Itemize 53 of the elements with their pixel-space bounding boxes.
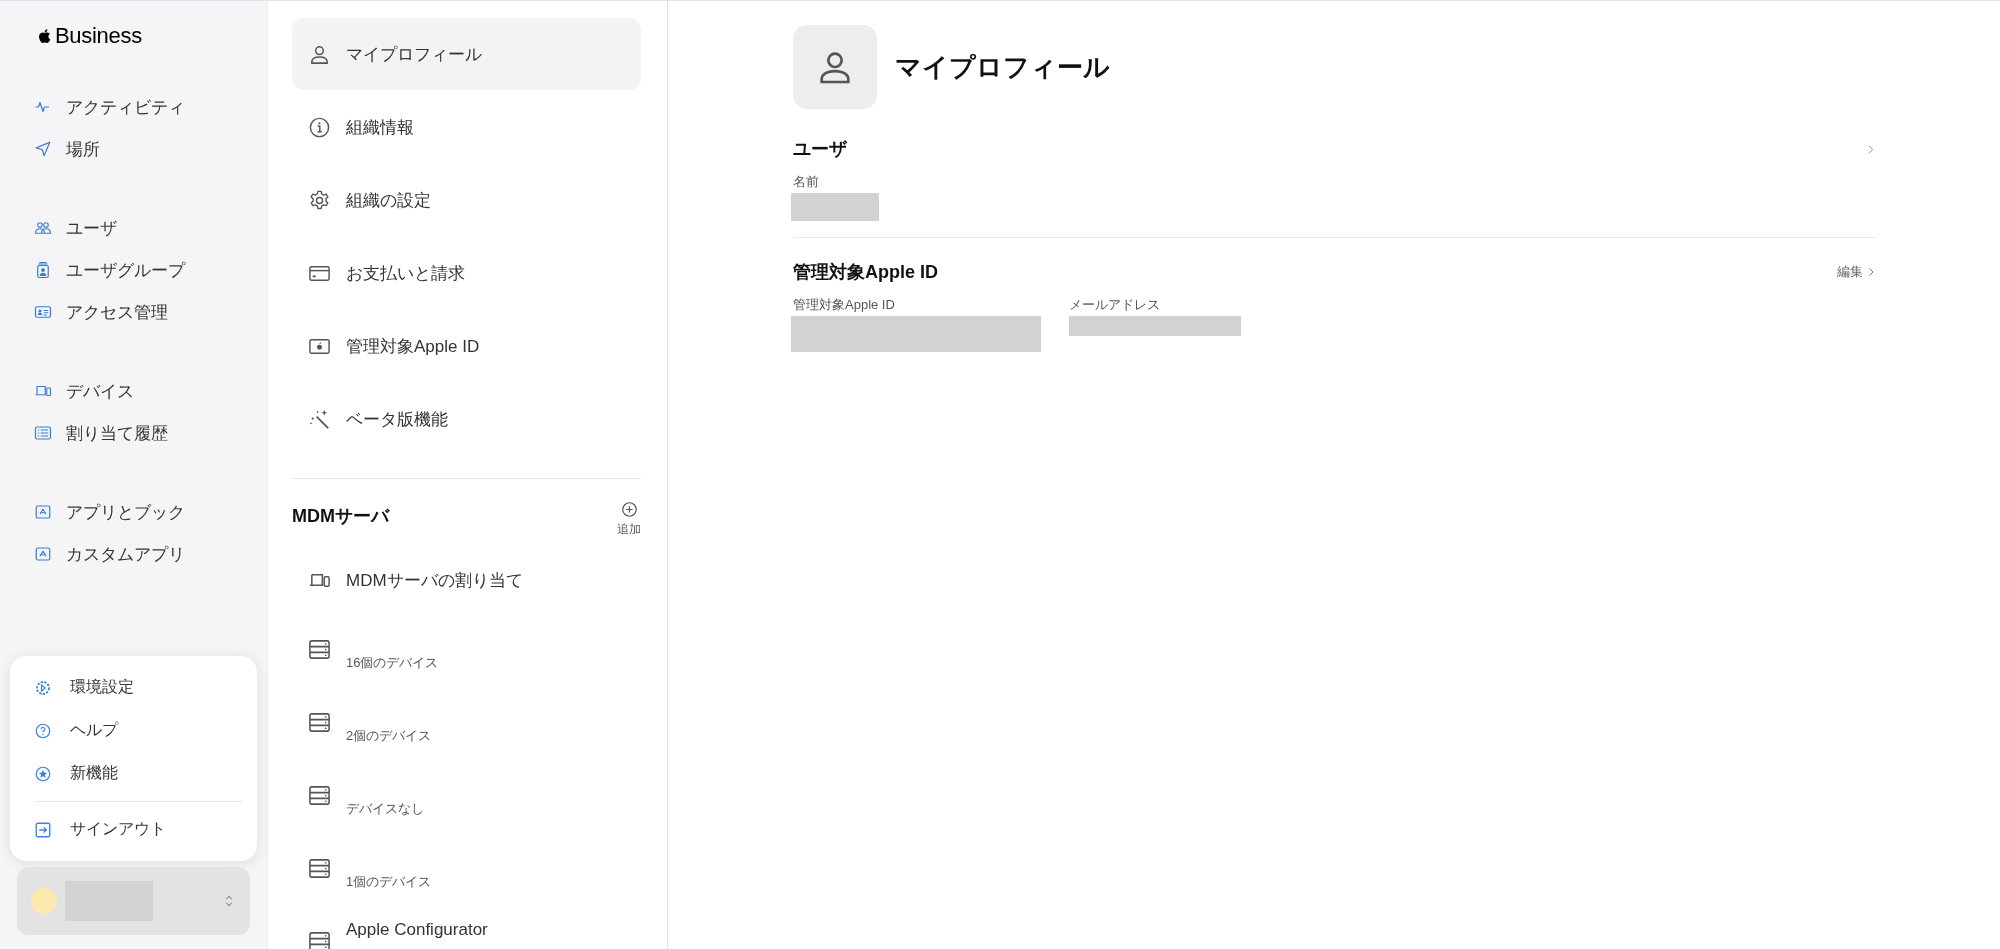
page-title: マイプロフィール	[895, 50, 1110, 84]
field-label: 管理対象Apple ID	[793, 296, 896, 314]
settings-nav-item[interactable]: お支払いと請求	[292, 237, 641, 310]
magic-wand-icon	[308, 408, 331, 431]
server-item[interactable]: Apple Configurator	[346, 920, 488, 940]
app-icon	[34, 545, 52, 563]
sign-out-icon	[34, 820, 52, 839]
app-icon	[34, 503, 52, 521]
section-title: MDMサーバ	[292, 505, 389, 528]
avatar	[31, 888, 57, 914]
menu-item[interactable]: 環境設定	[10, 666, 257, 709]
info-icon	[308, 116, 331, 139]
field-label: 名前	[793, 173, 820, 191]
help-icon	[34, 721, 52, 740]
sidebar-item[interactable]: ユーザグループ	[0, 249, 267, 291]
sidebar-item[interactable]: アプリとブック	[0, 491, 267, 533]
server-icon	[308, 857, 331, 880]
sign-out-item[interactable]: サインアウト	[10, 808, 257, 851]
server-item[interactable]: デバイスなし	[346, 800, 424, 818]
server-icon	[308, 711, 331, 734]
sidebar-item[interactable]: デバイス	[0, 370, 267, 412]
location-arrow-icon	[34, 140, 52, 158]
field-label: メールアドレス	[1069, 296, 1161, 314]
logo-text: Business	[55, 23, 142, 49]
menu-item[interactable]: 新機能	[10, 752, 257, 795]
plus-icon	[620, 501, 638, 518]
server-item[interactable]: 2個のデバイス	[346, 727, 432, 745]
settings-nav-item[interactable]: 組織の設定	[292, 164, 641, 237]
sidebar-item[interactable]: 割り当て履歴	[0, 412, 267, 454]
sidebar-item[interactable]: ユーザ	[0, 207, 267, 249]
add-button[interactable]: 追加	[617, 501, 641, 538]
section-title: 管理対象Apple ID	[793, 261, 938, 284]
server-item[interactable]: 1個のデバイス	[346, 873, 432, 891]
sidebar-item[interactable]: 場所	[0, 128, 267, 170]
list-icon	[34, 424, 52, 442]
settings-nav-item[interactable]: ベータ版機能	[292, 383, 641, 456]
server-icon	[308, 638, 331, 661]
section-title: ユーザ	[793, 138, 847, 161]
id-card-icon	[34, 303, 52, 321]
menu-item[interactable]: ヘルプ	[10, 709, 257, 752]
sidebar-item[interactable]: アクティビティ	[0, 86, 267, 128]
sidebar-item[interactable]: アクセス管理	[0, 291, 267, 333]
mdm-assign-item[interactable]: MDMサーバの割り当て	[292, 544, 641, 617]
server-icon	[308, 784, 331, 807]
edit-link[interactable]: 編集	[1837, 263, 1877, 281]
settings-nav-item[interactable]: 管理対象Apple ID	[292, 310, 641, 383]
settings-nav-item[interactable]: マイプロフィール	[292, 18, 641, 90]
people-icon	[34, 219, 52, 237]
server-item[interactable]: 16個のデバイス	[346, 654, 439, 672]
settings-nav-item[interactable]: 組織情報	[292, 91, 641, 164]
server-icon	[308, 930, 331, 949]
sidebar-item[interactable]: カスタムアプリ	[0, 533, 267, 575]
person-badge-icon	[34, 261, 52, 279]
